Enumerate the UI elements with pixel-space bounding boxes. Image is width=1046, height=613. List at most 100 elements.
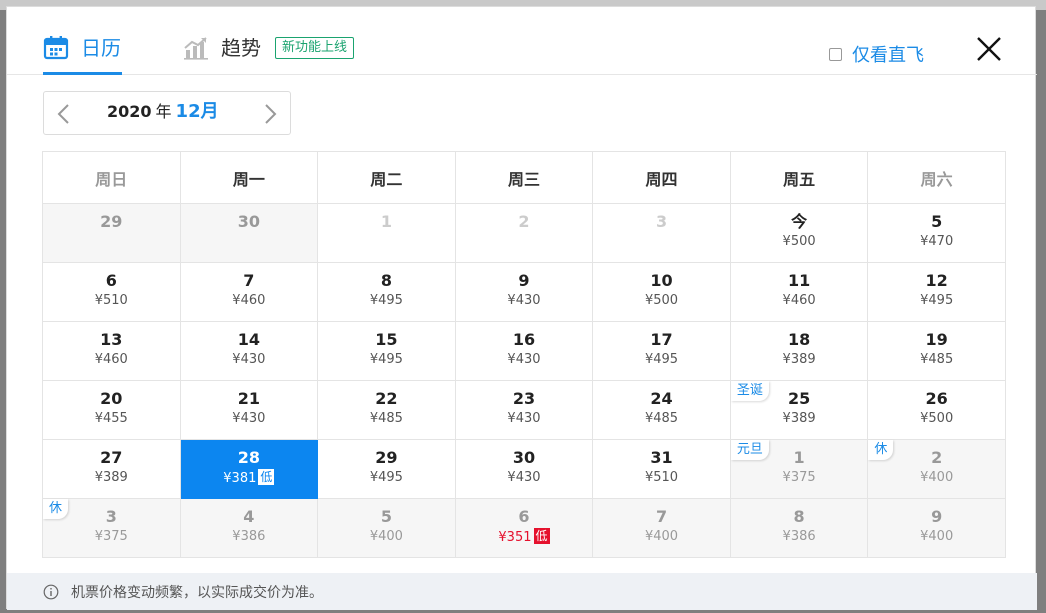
day-number: 27 xyxy=(100,448,123,467)
calendar-day-cell[interactable]: 24 ¥485 xyxy=(592,380,731,440)
calendar-day-cell[interactable]: 元旦 1 ¥375 xyxy=(729,439,869,499)
calendar-day-cell[interactable]: 5 ¥470 xyxy=(867,203,1006,263)
day-number: 6 xyxy=(105,271,117,290)
chevron-right-icon[interactable] xyxy=(260,103,280,125)
day-price-line: ¥500 xyxy=(731,233,868,251)
day-price: ¥389 xyxy=(782,411,816,426)
calendar-day-cell[interactable]: 今 ¥500 xyxy=(729,203,869,263)
calendar-day-cell[interactable]: 20 ¥455 xyxy=(42,380,181,440)
tab-calendar-label: 日历 xyxy=(81,36,121,60)
weekday-header: 周一 xyxy=(179,151,319,204)
calendar-day-cell[interactable]: 9 ¥400 xyxy=(867,498,1006,558)
day-price-line: ¥389 xyxy=(731,410,868,428)
calendar-day-cell[interactable]: 21 ¥430 xyxy=(179,380,319,440)
info-icon xyxy=(43,584,59,599)
day-number: 23 xyxy=(512,389,536,408)
calendar-day-cell[interactable]: 26 ¥500 xyxy=(867,380,1006,440)
day-price: ¥500 xyxy=(644,293,679,308)
direct-flight-checkbox[interactable] xyxy=(829,47,842,61)
calendar-day-cell[interactable]: 6 ¥351 低 xyxy=(454,498,594,558)
calendar-day-cell[interactable]: 10 ¥500 xyxy=(592,262,731,322)
calendar-day-cell[interactable]: 18 ¥389 xyxy=(729,321,869,381)
calendar-day-cell: 29 xyxy=(42,203,181,263)
day-price-line: ¥485 xyxy=(593,410,730,428)
calendar-day-cell[interactable]: 4 ¥386 xyxy=(179,498,319,558)
current-month: 2020 年 12月 xyxy=(107,100,219,124)
calendar-day-cell: 1 xyxy=(317,203,456,263)
calendar-week-row: 13 ¥460 14 ¥430 15 ¥495 16 ¥430 17 ¥495 18 ¥389 19 ¥4… xyxy=(42,321,1006,381)
calendar-day-cell[interactable]: 29 ¥495 xyxy=(317,439,456,499)
calendar-week-row: 29 30 1 2 3 今 ¥500 5 ¥470 xyxy=(42,203,1006,263)
calendar-day-cell: 30 xyxy=(179,203,319,263)
day-number: 8 xyxy=(380,271,392,290)
calendar-week-row: 27 ¥389 28 ¥381 低 29 ¥495 30 ¥430 31 ¥510 元旦 1 ¥375 休 2… xyxy=(42,439,1006,499)
day-price: ¥470 xyxy=(920,234,954,249)
day-price-line: ¥400 xyxy=(318,528,455,546)
day-price: ¥460 xyxy=(782,293,816,308)
day-price-line: ¥500 xyxy=(593,292,730,310)
calendar-day-cell[interactable]: 23 ¥430 xyxy=(454,380,594,440)
calendar-day-cell[interactable]: 16 ¥430 xyxy=(454,321,594,381)
calendar-day-cell[interactable]: 31 ¥510 xyxy=(592,439,731,499)
trend-chart-icon xyxy=(184,37,208,60)
calendar-day-cell[interactable]: 30 ¥430 xyxy=(454,439,594,499)
calendar-day-cell-selected[interactable]: 28 ¥381 低 xyxy=(179,439,319,499)
direct-flight-label[interactable]: 仅看直飞 xyxy=(852,41,924,67)
calendar-day-cell[interactable]: 7 ¥460 xyxy=(179,262,319,322)
calendar-day-cell[interactable]: 11 ¥460 xyxy=(729,262,869,322)
calendar-day-cell[interactable]: 15 ¥495 xyxy=(317,321,456,381)
calendar-day-cell[interactable]: 7 ¥400 xyxy=(592,498,731,558)
day-number: 30 xyxy=(512,448,536,467)
calendar-day-cell[interactable]: 27 ¥389 xyxy=(42,439,181,499)
month-navigator: 2020 年 12月 xyxy=(43,91,291,135)
calendar-day-cell[interactable]: 22 ¥485 xyxy=(317,380,456,440)
calendar-day-cell[interactable]: 圣诞 25 ¥389 xyxy=(729,380,869,440)
day-price: ¥389 xyxy=(782,352,816,367)
day-price: ¥430 xyxy=(507,470,541,485)
calendar-day-cell[interactable]: 9 ¥430 xyxy=(454,262,594,322)
day-number: 1 xyxy=(380,212,392,231)
day-price-line: ¥375 xyxy=(731,469,868,487)
day-price: ¥400 xyxy=(369,529,403,544)
day-number: 4 xyxy=(243,507,255,526)
day-price: ¥495 xyxy=(369,352,403,367)
calendar-day-cell[interactable]: 6 ¥510 xyxy=(42,262,181,322)
day-price-line: ¥460 xyxy=(731,292,868,310)
day-price: ¥351 xyxy=(498,530,532,545)
calendar-day-cell[interactable]: 17 ¥495 xyxy=(592,321,731,381)
price-notice-text: 机票价格变动频繁，以实际成交价为准。 xyxy=(71,584,323,601)
day-number: 29 xyxy=(375,448,398,467)
tab-calendar[interactable]: 日历 xyxy=(43,35,122,75)
day-number: 2 xyxy=(518,212,530,231)
weekday-header: 周五 xyxy=(729,151,869,204)
day-price-line: ¥400 xyxy=(868,469,1005,487)
tab-trend[interactable]: 趋势 新功能上线 xyxy=(183,35,355,71)
calendar-day-cell[interactable]: 12 ¥495 xyxy=(867,262,1006,322)
chevron-left-icon[interactable] xyxy=(54,103,74,125)
day-price-line: ¥470 xyxy=(868,233,1005,251)
day-number: 13 xyxy=(100,330,123,349)
day-number: 21 xyxy=(237,389,260,408)
day-price: ¥510 xyxy=(644,470,679,485)
day-price: ¥485 xyxy=(369,411,403,426)
calendar-day-cell[interactable]: 19 ¥485 xyxy=(867,321,1006,381)
calendar-day-cell[interactable]: 休 3 ¥375 xyxy=(42,498,181,558)
calendar-day-cell[interactable]: 13 ¥460 xyxy=(42,321,181,381)
close-icon[interactable] xyxy=(975,35,1003,63)
day-price-line: ¥389 xyxy=(731,351,868,369)
calendar-day-cell[interactable]: 8 ¥386 xyxy=(729,498,869,558)
day-price-line: ¥430 xyxy=(181,410,318,428)
day-number: 10 xyxy=(650,271,673,290)
day-number: 16 xyxy=(512,330,536,349)
day-price: ¥381 xyxy=(223,471,257,486)
calendar-day-cell[interactable]: 休 2 ¥400 xyxy=(867,439,1006,499)
direct-flight-filter[interactable]: 仅看直飞 xyxy=(829,41,924,67)
calendar-day-cell[interactable]: 5 ¥400 xyxy=(317,498,456,558)
flight-price-calendar-modal: 日历 趋势 新功能上线 仅看直飞 2020 年 12月 周日 周一 周二 周三 … xyxy=(6,6,1037,610)
calendar-week-row: 6 ¥510 7 ¥460 8 ¥495 9 ¥430 10 ¥500 11 ¥460 12 ¥495 xyxy=(42,262,1006,322)
calendar-day-cell[interactable]: 14 ¥430 xyxy=(179,321,319,381)
day-number: 8 xyxy=(793,507,805,526)
day-price-line: ¥400 xyxy=(593,528,730,546)
calendar-day-cell[interactable]: 8 ¥495 xyxy=(317,262,456,322)
day-price-line: ¥510 xyxy=(593,469,730,487)
